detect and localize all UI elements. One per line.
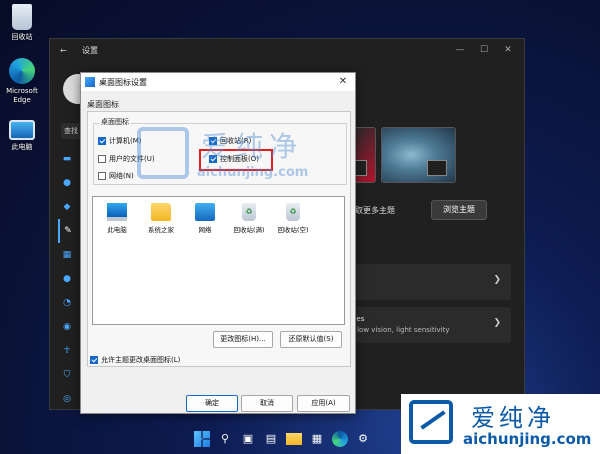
sidebar-accessibility-icon[interactable]: ☥ <box>58 339 76 363</box>
list-item-this-pc[interactable]: 此电脑 <box>95 203 139 234</box>
watermark-text: 爱纯净 <box>201 130 304 163</box>
checkbox-box[interactable] <box>98 137 106 145</box>
list-item-label: 回收站(空) <box>277 226 309 234</box>
recycle-bin-empty-icon: ♻ <box>286 203 300 221</box>
sidebar-time-icon[interactable]: ◔ <box>58 291 76 315</box>
desktop-icon-recycle-bin[interactable]: 回收站 <box>2 4 42 42</box>
sidebar-network-icon[interactable]: ◆ <box>58 195 76 219</box>
sidebar-apps-icon[interactable]: ▦ <box>58 243 76 267</box>
sidebar-bluetooth-icon[interactable]: ● <box>58 171 76 195</box>
chevron-right-icon: ❯ <box>493 318 501 328</box>
search-icon[interactable]: ⚲ <box>217 431 233 447</box>
taskbar: ⚲ ▣ ▤ ▦ ⚙ <box>190 428 400 450</box>
close-icon[interactable]: ✕ <box>335 74 351 90</box>
list-item-recycle-empty[interactable]: ♻ 回收站(空) <box>271 203 315 234</box>
list-item-label: 此电脑 <box>107 226 127 234</box>
sidebar-update-icon[interactable]: ◎ <box>58 387 76 411</box>
theme-preview-window <box>427 160 447 176</box>
desktop-settings-app-icon <box>85 77 95 87</box>
computer-icon <box>107 203 127 221</box>
watermark-logo-icon <box>137 127 189 179</box>
dialog-title: 桌面图标设置 <box>99 77 147 87</box>
checkbox-label: 网络(N) <box>109 172 134 180</box>
list-item-label: 系统之家 <box>148 226 174 234</box>
gear-icon[interactable]: ⚙ <box>355 431 371 447</box>
group-title: 桌面图标 <box>99 117 131 127</box>
ok-button[interactable]: 确定 <box>186 395 238 412</box>
network-icon <box>195 203 215 221</box>
sidebar-gaming-icon[interactable]: ◉ <box>58 315 76 339</box>
change-icon-button[interactable]: 更改图标(H)... <box>213 331 273 348</box>
recycle-bin-icon <box>12 4 32 30</box>
checkbox-label: 允许主题更改桌面图标(L) <box>101 356 181 364</box>
edge-icon <box>9 58 35 84</box>
watermark-corner: 爱纯净 aichunjing.com <box>401 394 600 454</box>
edge-icon[interactable] <box>332 431 348 447</box>
sidebar-privacy-icon[interactable]: ⛉ <box>58 363 76 387</box>
window-controls: — ☐ ✕ <box>448 39 520 61</box>
list-item-recycle-full[interactable]: ♻ 回收站(满) <box>227 203 271 234</box>
store-icon[interactable]: ▦ <box>309 431 325 447</box>
settings-title: 设置 <box>82 45 98 55</box>
computer-icon <box>9 120 35 140</box>
sidebar-system-icon[interactable]: ▬ <box>58 147 76 171</box>
tab-desktop-icons[interactable]: 桌面图标 <box>87 99 119 110</box>
checkbox-allow-theme-change[interactable]: 允许主题更改桌面图标(L) <box>90 355 180 365</box>
recycle-bin-full-icon: ♻ <box>242 203 256 221</box>
chevron-right-icon: ❯ <box>493 275 501 285</box>
back-arrow-icon[interactable]: ← <box>60 46 74 55</box>
desktop-icon-label: Microsoft Edge <box>6 87 38 104</box>
settings-sidebar: ▬ ● ◆ ✎ ▦ ● ◔ ◉ ☥ ⛉ ◎ <box>58 147 76 411</box>
settings-row-desktop-icons[interactable]: ❯ <box>340 264 511 300</box>
list-item-label: 网络 <box>198 226 212 234</box>
sidebar-accounts-icon[interactable]: ● <box>58 267 76 291</box>
folder-icon <box>151 203 171 221</box>
checkbox-box[interactable] <box>90 356 98 364</box>
watermark-url: aichunjing.com <box>197 165 309 180</box>
sidebar-personalization-icon[interactable]: ✎ <box>58 219 76 243</box>
desktop-icon-edge[interactable]: Microsoft Edge <box>2 58 42 105</box>
watermark-text: 爱纯净 <box>471 404 555 432</box>
desktop-icon-this-pc[interactable]: 此电脑 <box>2 120 42 152</box>
row-sublabel: r low vision, light sensitivity <box>352 326 450 334</box>
list-item-network[interactable]: 网络 <box>183 203 227 234</box>
maximize-icon[interactable]: ☐ <box>472 39 496 61</box>
cancel-button[interactable]: 取消 <box>241 395 293 412</box>
desktop-icon-list[interactable]: 此电脑 系统之家 网络 ♻ 回收站(满) ♻ 回收站(空) <box>92 196 345 325</box>
file-explorer-icon[interactable] <box>286 433 302 445</box>
minimize-icon[interactable]: — <box>448 39 472 61</box>
checkbox-box[interactable] <box>98 155 106 163</box>
watermark-url: aichunjing.com <box>463 430 592 448</box>
checkbox-network[interactable]: 网络(N) <box>98 171 134 181</box>
checkbox-computer[interactable]: 计算机(M) <box>98 136 142 146</box>
task-view-icon[interactable]: ▣ <box>240 431 256 447</box>
list-item-user-folder[interactable]: 系统之家 <box>139 203 183 234</box>
theme-thumbnail-bloom[interactable] <box>381 127 456 183</box>
apply-button[interactable]: 应用(A) <box>297 395 350 412</box>
settings-row-contrast-themes[interactable]: nes r low vision, light sensitivity ❯ <box>340 307 511 343</box>
restore-default-button[interactable]: 还原默认值(S) <box>280 331 342 348</box>
list-item-label: 回收站(满) <box>233 226 265 234</box>
checkbox-box[interactable] <box>98 172 106 180</box>
widgets-icon[interactable]: ▤ <box>263 431 279 447</box>
dialog-titlebar: 桌面图标设置 <box>81 73 355 91</box>
browse-themes-button[interactable]: 浏览主题 <box>431 200 487 220</box>
desktop-icon-label: 回收站 <box>11 33 33 41</box>
watermark-center: 爱纯净 aichunjing.com <box>137 125 347 187</box>
watermark-logo-icon <box>409 400 453 444</box>
start-icon[interactable] <box>194 431 210 447</box>
close-icon[interactable]: ✕ <box>496 39 520 61</box>
desktop-icon-label: 此电脑 <box>11 143 33 151</box>
